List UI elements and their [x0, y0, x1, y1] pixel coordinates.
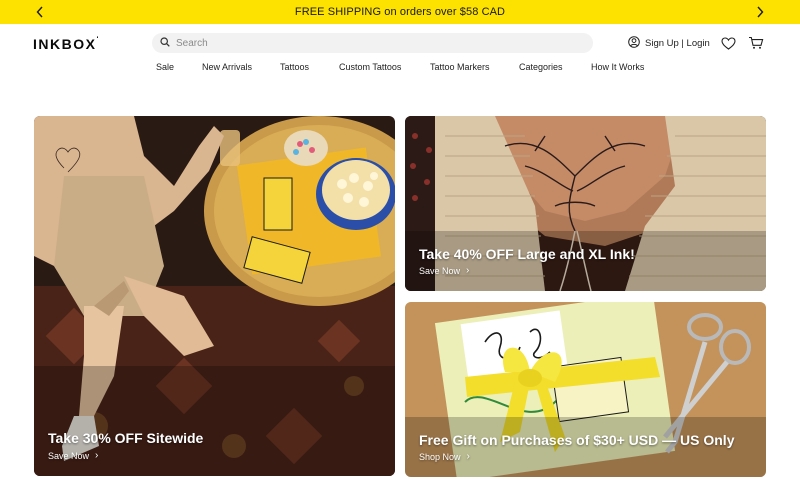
account-label: Sign Up | Login	[645, 38, 710, 49]
chevron-right-icon: ›	[466, 265, 470, 276]
chevron-right-icon: ›	[95, 450, 99, 461]
nav-item-new-arrivals[interactable]: New Arrivals	[202, 62, 252, 72]
account-link[interactable]: Sign Up | Login	[628, 36, 710, 51]
promo-title: Free Gift on Purchases of $30+ USD — US …	[419, 432, 735, 448]
promo-card-free-gift[interactable]: Free Gift on Purchases of $30+ USD — US …	[405, 302, 766, 477]
nav-item-how-it-works[interactable]: How It Works	[591, 62, 644, 72]
chevron-right-icon[interactable]	[752, 4, 768, 20]
site-header: INKBOX‘ Sign Up | Login	[0, 24, 800, 64]
nav-item-tattoo-markers[interactable]: Tattoo Markers	[430, 62, 490, 72]
nav-item-categories[interactable]: Categories	[519, 62, 563, 72]
heart-icon[interactable]	[719, 35, 737, 51]
inkbox-logo[interactable]: INKBOX‘	[33, 36, 100, 52]
nav-item-custom-tattoos[interactable]: Custom Tattoos	[339, 62, 401, 72]
promo-bar: FREE SHIPPING on orders over $58 CAD	[0, 0, 800, 24]
search-bar[interactable]	[152, 33, 593, 53]
promo-title: Take 40% OFF Large and XL Ink!	[419, 246, 635, 262]
promo-title: Take 30% OFF Sitewide	[48, 430, 204, 446]
search-icon	[160, 34, 170, 52]
save-now-link[interactable]: Save Now ›	[48, 450, 98, 461]
search-input[interactable]	[176, 37, 576, 49]
cart-icon[interactable]	[747, 35, 765, 51]
nav-item-sale[interactable]: Sale	[156, 62, 174, 72]
promo-text: FREE SHIPPING on orders over $58 CAD	[294, 6, 506, 18]
chevron-left-icon[interactable]	[32, 4, 48, 20]
save-now-link[interactable]: Save Now ›	[419, 265, 469, 276]
promo-card-sitewide[interactable]: Take 30% OFF Sitewide Save Now ›	[34, 116, 395, 476]
user-icon	[628, 36, 640, 51]
promo-card-large-xl[interactable]: Take 40% OFF Large and XL Ink! Save Now ›	[405, 116, 766, 291]
promo-image-sitewide	[34, 116, 395, 476]
main-nav: Sale New Arrivals Tattoos Custom Tattoos…	[0, 62, 800, 76]
shop-now-link[interactable]: Shop Now ›	[419, 451, 470, 462]
nav-item-tattoos[interactable]: Tattoos	[280, 62, 309, 72]
chevron-right-icon: ›	[466, 451, 470, 462]
